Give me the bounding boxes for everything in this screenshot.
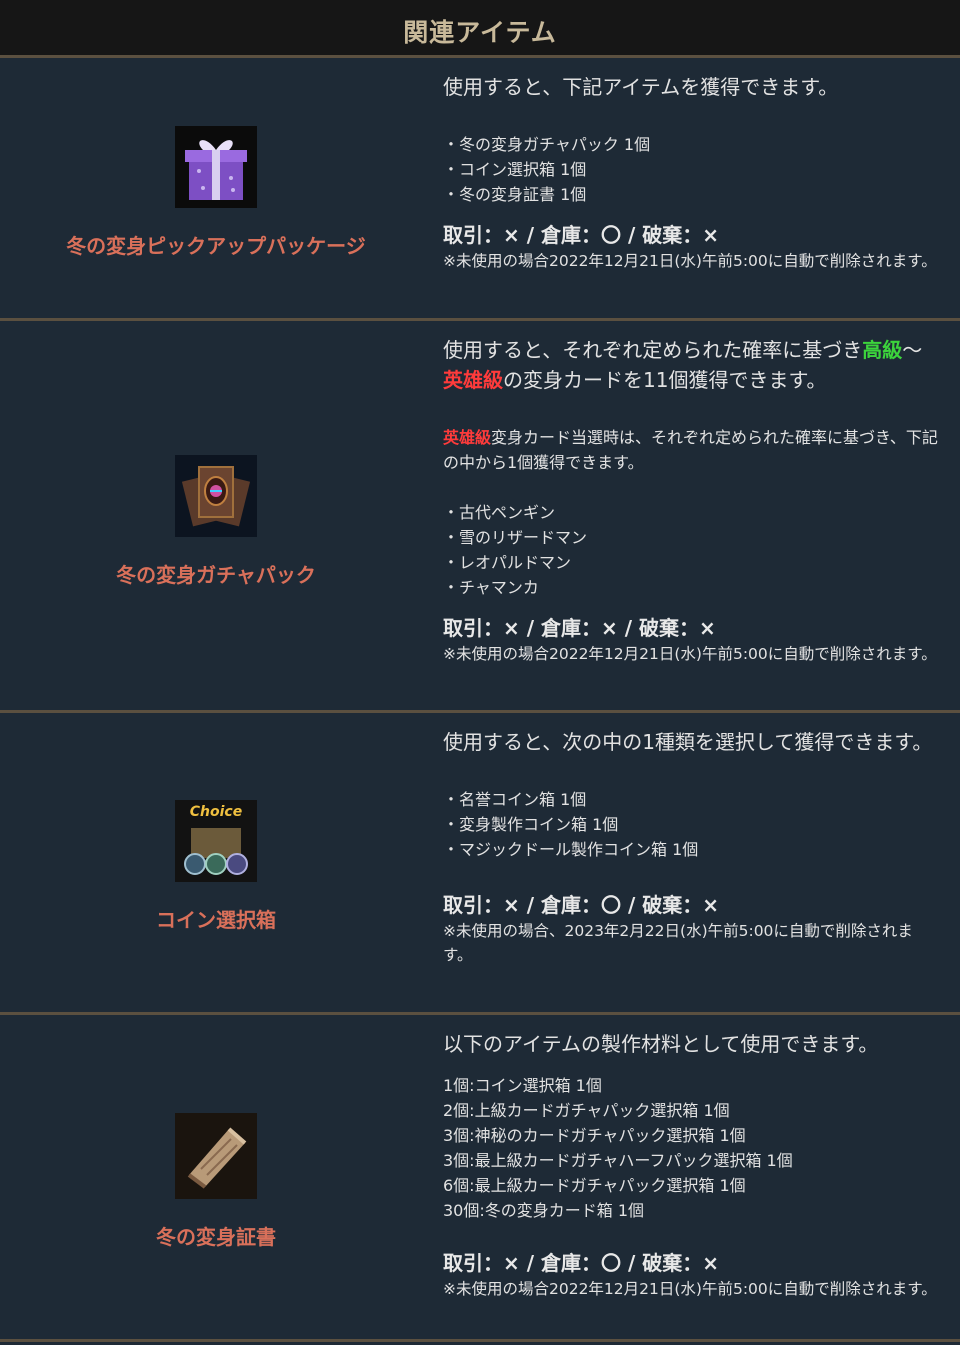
list-item: 2個:上級カードガチャパック選択箱 1個 bbox=[443, 1101, 730, 1120]
description-text: ～ bbox=[902, 338, 923, 362]
list-item: ・コイン選択箱 1個 bbox=[443, 160, 587, 179]
list-item: ・冬の変身ガチャパック 1個 bbox=[443, 135, 651, 154]
expiry-note: ※未使用の場合2022年12月21日(水)午前5:00に自動で削除されます。 bbox=[443, 1280, 937, 1298]
list-item: 3個:最上級カードガチャハーフパック選択箱 1個 bbox=[443, 1151, 793, 1170]
section-header: 関連アイテム bbox=[0, 0, 960, 58]
list-item: ・マジックドール製作コイン箱 1個 bbox=[443, 840, 699, 859]
list-item: ・古代ペンギン bbox=[443, 503, 556, 522]
trade-rules: 取引：× / 倉庫：〇 / 破棄：× bbox=[443, 223, 719, 247]
item-name[interactable]: 冬の変身ガチャパック bbox=[116, 559, 316, 588]
item-name[interactable]: コイン選択箱 bbox=[156, 904, 276, 933]
item-name[interactable]: 冬の変身証書 bbox=[156, 1221, 276, 1250]
list-item: 3個:神秘のカードガチャパック選択箱 1個 bbox=[443, 1126, 746, 1145]
sub-description: 英雄級変身カード当選時は、それぞれ定められた確率に基づき、下記の中から1個獲得で… bbox=[443, 425, 940, 475]
expiry-note: ※未使用の場合2022年12月21日(水)午前5:00に自動で削除されます。 bbox=[443, 645, 937, 663]
list-item: 30個:冬の変身カード箱 1個 bbox=[443, 1201, 645, 1220]
list-item: ・冬の変身証書 1個 bbox=[443, 185, 587, 204]
scroll-icon bbox=[175, 1112, 257, 1199]
list-item: ・チャマンカ bbox=[443, 578, 539, 597]
item-list: ・名誉コイン箱 1個 ・変身製作コイン箱 1個 ・マジックドール製作コイン箱 1… bbox=[443, 787, 940, 862]
item-list: ・古代ペンギン ・雪のリザードマン ・レオパルドマン ・チャマンカ bbox=[443, 500, 940, 600]
list-item: ・名誉コイン箱 1個 bbox=[443, 790, 587, 809]
list-item: 1個:コイン選択箱 1個 bbox=[443, 1076, 602, 1095]
expiry-note: ※未使用の場合、2023年2月22日(水)午前5:00に自動で削除されます。 bbox=[443, 922, 913, 964]
list-item: ・雪のリザードマン bbox=[443, 528, 588, 547]
item-details: 使用すると、下記アイテムを獲得できます。 ・冬の変身ガチャパック 1個 ・コイン… bbox=[432, 58, 950, 318]
item-left: Choice コイン選択箱 bbox=[0, 713, 432, 1012]
item-description: 使用すると、下記アイテムを獲得できます。 bbox=[443, 75, 839, 99]
item-list: ・冬の変身ガチャパック 1個 ・コイン選択箱 1個 ・冬の変身証書 1個 bbox=[443, 132, 940, 207]
grade-high: 高級 bbox=[862, 338, 903, 362]
coin-choice-icon: Choice bbox=[175, 800, 257, 882]
item-details: 使用すると、次の中の1種類を選択して獲得できます。 ・名誉コイン箱 1個 ・変身… bbox=[432, 713, 950, 1012]
sub-description-text: 変身カード当選時は、それぞれ定められた確率に基づき、下記の中から1個獲得できます… bbox=[443, 428, 938, 472]
list-item: ・変身製作コイン箱 1個 bbox=[443, 815, 619, 834]
list-item: 6個:最上級カードガチャパック選択箱 1個 bbox=[443, 1176, 746, 1195]
item-row: Choice コイン選択箱 使用すると、次の中の1種類を選択して獲得できます。 … bbox=[0, 713, 960, 1015]
item-description: 使用すると、それぞれ定められた確率に基づき高級～ 英雄級の変身カードを11個獲得で… bbox=[443, 335, 940, 395]
section-title: 関連アイテム bbox=[403, 17, 557, 47]
trade-rules: 取引：× / 倉庫：〇 / 破棄：× bbox=[443, 1251, 719, 1275]
expiry-note: ※未使用の場合2022年12月21日(水)午前5:00に自動で削除されます。 bbox=[443, 252, 937, 270]
item-left: 冬の変身証書 bbox=[0, 1015, 432, 1339]
list-item: ・レオパルドマン bbox=[443, 553, 572, 572]
item-row: 冬の変身ピックアップパッケージ 使用すると、下記アイテムを獲得できます。 ・冬の… bbox=[0, 58, 960, 321]
gift-box-icon bbox=[175, 125, 257, 208]
trade-rules: 取引：× / 倉庫：〇 / 破棄：× bbox=[443, 893, 719, 917]
description-text: 使用すると、それぞれ定められた確率に基づき bbox=[443, 338, 863, 362]
item-description: 以下のアイテムの製作材料として使用できます。 bbox=[443, 1032, 879, 1056]
choice-icon-label: Choice bbox=[190, 804, 242, 820]
item-row: 冬の変身ガチャパック 使用すると、それぞれ定められた確率に基づき高級～ 英雄級の変… bbox=[0, 321, 960, 713]
item-left: 冬の変身ピックアップパッケージ bbox=[0, 58, 432, 318]
item-details: 使用すると、それぞれ定められた確率に基づき高級～ 英雄級の変身カードを11個獲得で… bbox=[432, 321, 950, 710]
item-details: 以下のアイテムの製作材料として使用できます。 1個:コイン選択箱 1個 2個:上… bbox=[432, 1015, 950, 1339]
grade-hero: 英雄級 bbox=[443, 428, 492, 447]
item-description: 使用すると、次の中の1種類を選択して獲得できます。 bbox=[443, 730, 933, 754]
description-text: の変身カードを11個獲得できます。 bbox=[503, 368, 827, 392]
item-row: 冬の変身証書 以下のアイテムの製作材料として使用できます。 1個:コイン選択箱 … bbox=[0, 1015, 960, 1342]
item-name[interactable]: 冬の変身ピックアップパッケージ bbox=[66, 230, 366, 259]
grade-hero: 英雄級 bbox=[443, 368, 503, 392]
card-pack-icon bbox=[175, 455, 257, 537]
trade-rules: 取引：× / 倉庫：× / 破棄：× bbox=[443, 616, 716, 640]
item-list: 1個:コイン選択箱 1個 2個:上級カードガチャパック選択箱 1個 3個:神秘の… bbox=[443, 1073, 940, 1223]
item-left: 冬の変身ガチャパック bbox=[0, 321, 432, 710]
